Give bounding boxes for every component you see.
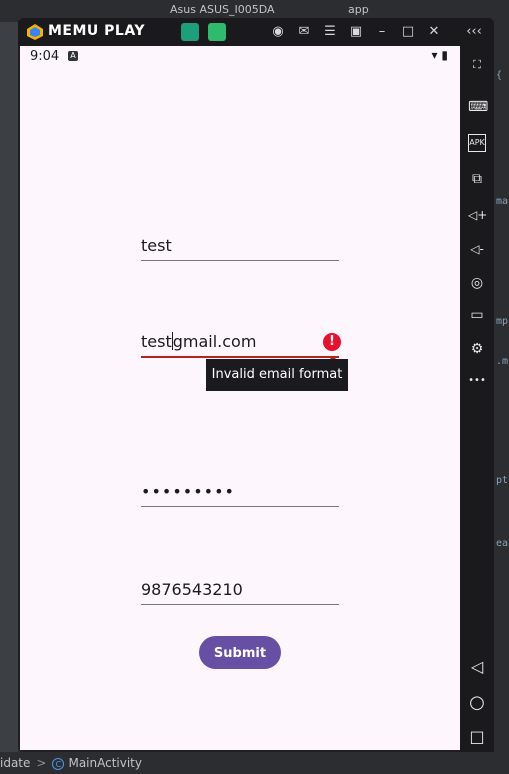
code-fragment: .m: [496, 356, 509, 367]
volume-up-icon[interactable]: ◁+: [468, 206, 487, 224]
code-fragment: {: [496, 70, 503, 81]
wifi-battery-icon: ▾ ▮: [431, 48, 448, 62]
phone-screen: 9:04 A ▾ ▮ test testgmail.com ! Invalid …: [20, 46, 460, 750]
minimize-icon[interactable]: –: [374, 24, 390, 39]
app-tab-icon[interactable]: [181, 23, 199, 41]
screen-icon[interactable]: ▣: [348, 24, 364, 39]
emulator-brand: MEMU PLAY: [48, 23, 145, 39]
ide-device-selector[interactable]: Asus ASUS_I005DA: [170, 3, 275, 16]
error-tooltip: Invalid email format: [206, 359, 348, 391]
breadcrumb-class[interactable]: MainActivity: [68, 756, 142, 770]
ide-left-panel: [0, 22, 18, 752]
code-fragment: ea: [496, 538, 509, 549]
collapse-sidebar-icon[interactable]: ‹‹‹: [466, 24, 482, 39]
add-screen-icon[interactable]: ⧉: [468, 170, 486, 188]
breadcrumb-prev[interactable]: idate: [0, 756, 30, 770]
gallery-tab-icon[interactable]: [208, 23, 226, 41]
breadcrumb-separator: >: [36, 756, 47, 770]
emulator-title-bar: MEMU PLAY ◉ ✉ ☰ ▣ – □ ✕ ‹‹‹: [18, 18, 494, 46]
fullscreen-icon[interactable]: ⛶: [468, 56, 486, 74]
code-fragment: pt: [496, 475, 509, 486]
email-input[interactable]: testgmail.com: [141, 332, 339, 358]
back-icon[interactable]: ◁: [468, 658, 486, 676]
email-text-before: test: [141, 332, 172, 351]
ide-code-peek: { ma mp .m pt ea: [494, 70, 509, 750]
code-fragment: ma: [496, 196, 509, 207]
close-icon[interactable]: ✕: [426, 24, 442, 39]
account-icon[interactable]: ◉: [270, 24, 286, 39]
status-time: 9:04: [30, 49, 60, 64]
code-fragment: mp: [496, 316, 509, 327]
volume-down-icon[interactable]: ◁-: [468, 240, 486, 258]
name-input[interactable]: test: [141, 236, 339, 261]
emulator-window: MEMU PLAY ◉ ✉ ☰ ▣ – □ ✕ ‹‹‹ ⛶ ⌨ APK ⧉ ◁+…: [18, 18, 494, 752]
maximize-icon[interactable]: □: [400, 24, 416, 39]
ide-breadcrumb-bar: idate > C MainActivity: [0, 752, 509, 774]
emulator-sidebar: ⛶ ⌨ APK ⧉ ◁+ ◁- ◎ ▭ ⚙ ••• ◁ ○ □: [460, 46, 494, 752]
mail-icon[interactable]: ✉: [296, 24, 312, 39]
email-text-after: gmail.com: [172, 332, 257, 351]
location-icon[interactable]: ◎: [468, 274, 486, 292]
ide-run-config[interactable]: app: [348, 3, 369, 16]
recents-icon[interactable]: □: [468, 728, 486, 746]
submit-button[interactable]: Submit: [199, 636, 281, 669]
phone-input[interactable]: 9876543210: [141, 580, 339, 605]
password-input[interactable]: •••••••••: [141, 482, 339, 507]
more-icon[interactable]: •••: [468, 372, 486, 390]
menu-icon[interactable]: ☰: [322, 24, 338, 39]
home-icon[interactable]: ○: [468, 694, 486, 712]
keyboard-icon[interactable]: ⌨: [468, 98, 488, 116]
settings-icon[interactable]: ⚙: [468, 340, 486, 358]
memu-logo-icon: [27, 24, 43, 40]
folder-icon[interactable]: ▭: [468, 306, 486, 324]
error-icon[interactable]: !: [323, 333, 341, 351]
notification-icon: A: [68, 51, 78, 61]
class-icon: C: [52, 757, 65, 770]
apk-install-icon[interactable]: APK: [468, 134, 486, 152]
